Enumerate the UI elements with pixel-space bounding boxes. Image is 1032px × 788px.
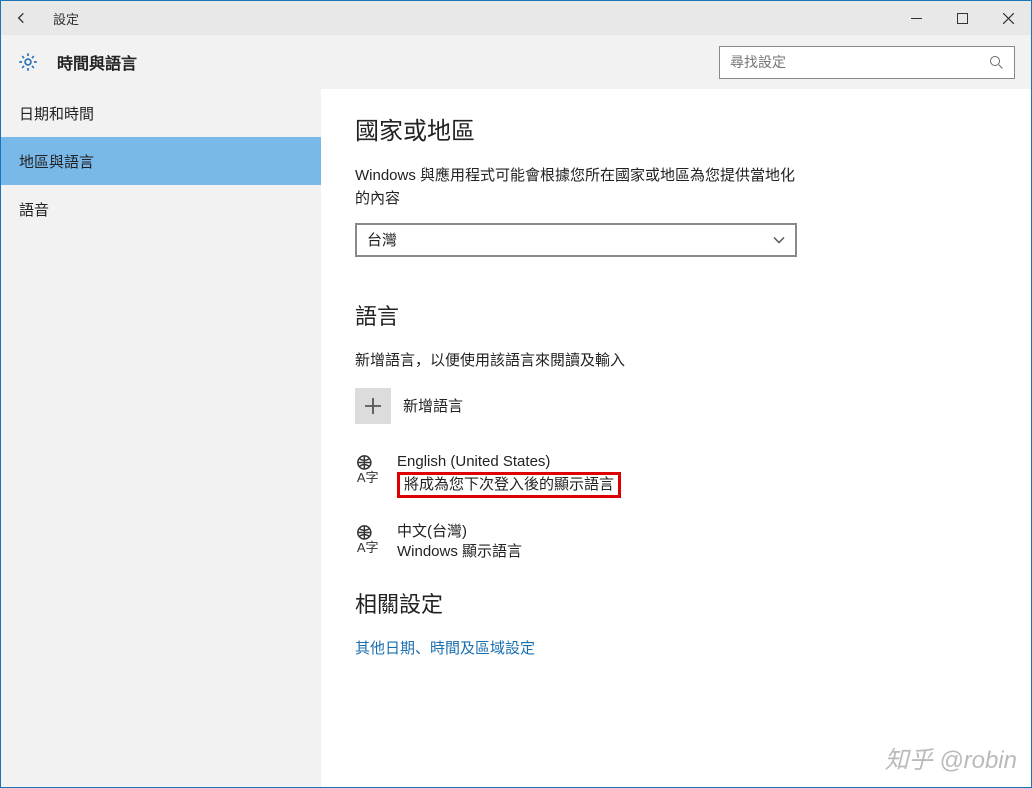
sidebar-item-label: 語音 (19, 199, 49, 220)
language-pack-icon: A字 (355, 454, 385, 487)
close-button[interactable] (985, 1, 1031, 35)
language-pack-icon: A字 (355, 524, 385, 557)
language-item-english[interactable]: A字 English (United States) 將成為您下次登入後的顯示語… (355, 452, 1013, 499)
add-language-button[interactable] (355, 388, 391, 424)
language-sub: Windows 顯示語言 (397, 542, 522, 562)
svg-text:A字: A字 (357, 470, 379, 484)
close-icon (1003, 13, 1014, 24)
language-sub: 將成為您下次登入後的顯示語言 (404, 476, 614, 493)
highlight-box: 將成為您下次登入後的顯示語言 (397, 472, 621, 498)
region-value: 台灣 (367, 229, 397, 250)
search-input[interactable] (730, 54, 989, 70)
page-title: 時間與語言 (57, 50, 137, 74)
language-item-chinese[interactable]: A字 中文(台灣) Windows 顯示語言 (355, 522, 1013, 563)
watermark: 知乎 @robin (885, 740, 1017, 775)
svg-text:A字: A字 (357, 540, 379, 554)
gear-icon (17, 51, 39, 73)
region-dropdown[interactable]: 台灣 (355, 223, 797, 257)
language-name: English (United States) (397, 452, 621, 472)
back-button[interactable] (1, 1, 43, 35)
sidebar-item-datetime[interactable]: 日期和時間 (1, 89, 321, 137)
titlebar: 設定 (1, 1, 1031, 35)
header: 時間與語言 (1, 35, 1031, 89)
add-language-row[interactable]: 新增語言 (355, 388, 1013, 424)
sidebar-item-speech[interactable]: 語音 (1, 185, 321, 233)
arrow-left-icon (14, 10, 30, 26)
add-language-label: 新增語言 (403, 395, 463, 416)
search-icon (989, 55, 1004, 70)
language-hint: 新增語言，以便使用該語言來閱讀及輸入 (355, 349, 1013, 370)
language-heading: 語言 (355, 299, 1013, 331)
sidebar-item-label: 地區與語言 (19, 151, 94, 172)
maximize-button[interactable] (939, 1, 985, 35)
window-title: 設定 (53, 9, 79, 28)
related-link[interactable]: 其他日期、時間及區域設定 (355, 637, 1013, 658)
chevron-down-icon (773, 234, 785, 246)
sidebar: 日期和時間 地區與語言 語音 (1, 89, 321, 787)
minimize-icon (911, 13, 922, 24)
minimize-button[interactable] (893, 1, 939, 35)
search-box[interactable] (719, 46, 1015, 79)
plus-icon (364, 397, 382, 415)
sidebar-item-region-language[interactable]: 地區與語言 (1, 137, 321, 185)
related-heading: 相關設定 (355, 587, 1013, 619)
maximize-icon (957, 13, 968, 24)
language-name: 中文(台灣) (397, 522, 522, 542)
sidebar-item-label: 日期和時間 (19, 103, 94, 124)
region-description: Windows 與應用程式可能會根據您所在國家或地區為您提供當地化的內容 (355, 164, 805, 211)
region-heading: 國家或地區 (355, 111, 1013, 146)
content: 國家或地區 Windows 與應用程式可能會根據您所在國家或地區為您提供當地化的… (321, 89, 1031, 787)
